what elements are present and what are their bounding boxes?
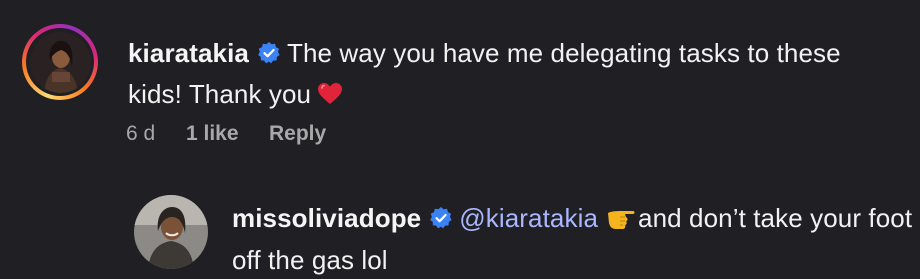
verified-badge-icon <box>429 202 453 240</box>
comment-timestamp[interactable]: 6 d <box>126 122 186 146</box>
comment-text-block: kiaratakia The way you have me delegating… <box>128 34 898 116</box>
verified-badge-icon <box>257 37 281 75</box>
username[interactable]: kiaratakia <box>128 38 249 68</box>
comment-body: kiaratakia The way you have me delegating… <box>128 34 898 116</box>
mention-link[interactable]: @kiaratakia <box>459 203 598 233</box>
likes-count[interactable]: 1 like <box>186 122 269 146</box>
pointing-hand-icon <box>606 203 636 241</box>
reply-button[interactable]: Reply <box>269 122 326 146</box>
comment-meta: 6 d 1 like Reply <box>126 122 326 146</box>
reply-body: missoliviadope @kiaratakia and don’t take … <box>232 199 920 279</box>
reply-text-block: missoliviadope @kiaratakia and don’t take … <box>232 199 920 279</box>
avatar-story-ring[interactable] <box>22 24 98 100</box>
avatar[interactable] <box>29 31 91 93</box>
username[interactable]: missoliviadope <box>232 203 421 233</box>
red-heart-icon <box>317 78 343 116</box>
avatar[interactable] <box>134 195 208 269</box>
